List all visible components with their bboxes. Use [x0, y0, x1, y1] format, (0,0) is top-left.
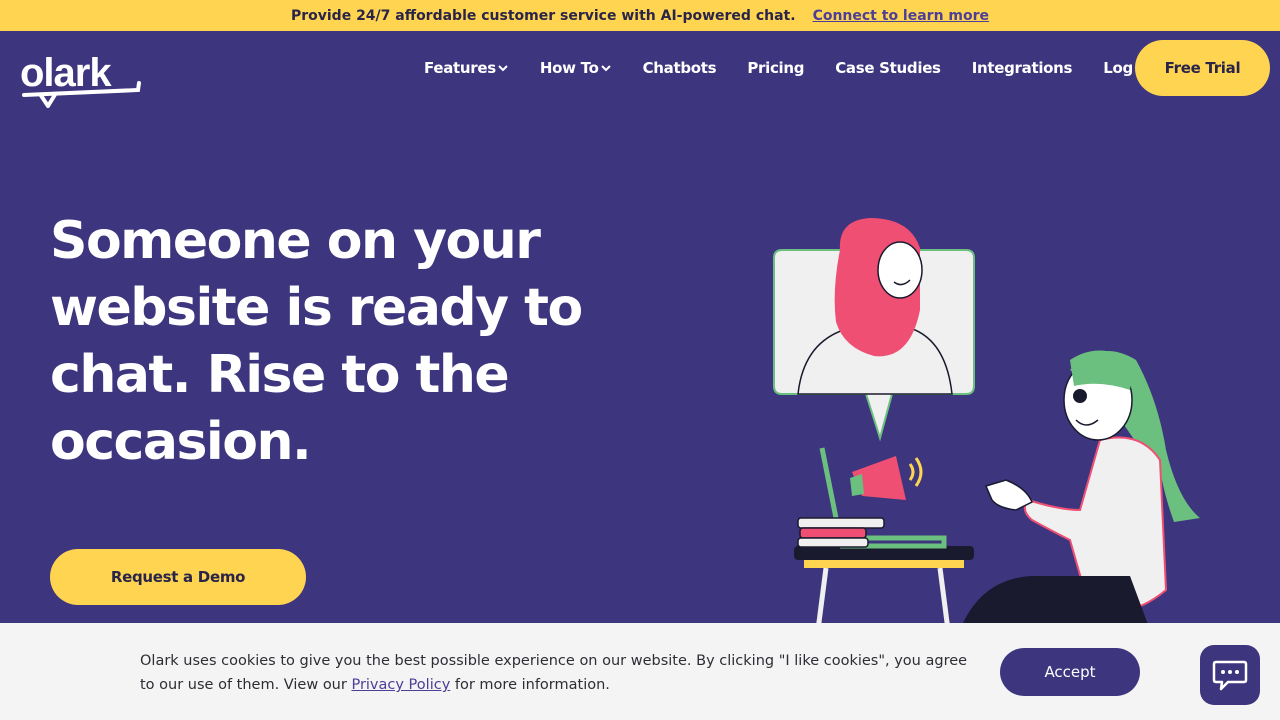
cookie-consent-bar: Olark uses cookies to give you the best … [0, 623, 1280, 720]
cookie-text-after: for more information. [450, 677, 610, 693]
person-illustration-icon [960, 350, 1200, 630]
request-demo-button[interactable]: Request a Demo [50, 549, 306, 605]
chat-bubble-icon [1212, 660, 1248, 691]
olark-logo[interactable]: olark [18, 43, 148, 109]
nav-chatbots[interactable]: Chatbots [643, 59, 717, 77]
hero-illustration [773, 218, 1200, 630]
nav-how-to-label: How To [539, 59, 599, 77]
accept-cookies-button[interactable]: Accept [1000, 648, 1140, 696]
nav-integrations[interactable]: Integrations [972, 59, 1073, 77]
site-header: olark Features How To Chatbots Pricing C… [0, 31, 1280, 111]
banner-message: Provide 24/7 affordable customer service… [290, 7, 796, 24]
nav-how-to[interactable]: How To [540, 59, 612, 77]
announcement-banner: Provide 24/7 affordable customer service… [0, 0, 1280, 31]
nav-case-studies[interactable]: Case Studies [835, 59, 941, 77]
chevron-down-icon [498, 65, 508, 72]
cookie-message: Olark uses cookies to give you the best … [140, 649, 970, 697]
chat-launcher-button[interactable] [1200, 645, 1260, 705]
chevron-down-icon [600, 65, 611, 72]
main-nav: Features How To Chatbots Pricing Case St… [424, 59, 1184, 77]
free-trial-button[interactable]: Free Trial [1135, 40, 1270, 96]
desk-icon [794, 447, 974, 630]
privacy-policy-link[interactable]: Privacy Policy [351, 677, 450, 693]
video-call-bubble-icon [773, 218, 975, 442]
logo-wordmark: olark [20, 51, 112, 95]
nav-features[interactable]: Features [424, 59, 509, 77]
banner-link[interactable]: Connect to learn more [813, 8, 989, 24]
nav-pricing[interactable]: Pricing [747, 59, 804, 77]
hero-title: Someone on your website is ready to chat… [50, 211, 583, 472]
nav-features-label: Features [424, 59, 496, 77]
